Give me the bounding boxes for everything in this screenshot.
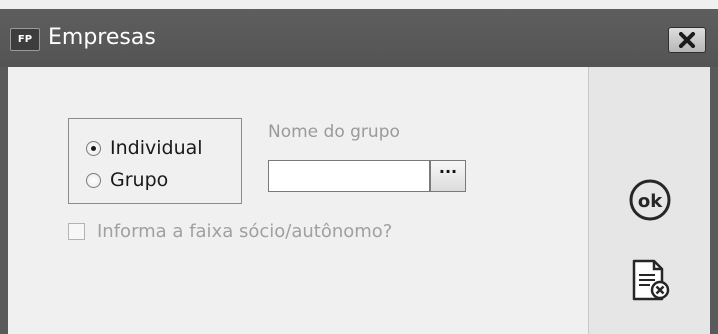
empresas-dialog: FP Empresas Individual Grupo Nome do gru… [0,0,718,334]
radio-grupo-label: Grupo [110,169,169,191]
title-bar: FP Empresas [0,9,718,67]
document-cancel-icon [632,259,670,301]
window-frame-left [0,67,8,334]
window-title: Empresas [48,25,156,50]
app-fp-icon: FP [10,28,40,51]
radio-individual-label: Individual [110,137,203,159]
partner-range-checkbox-label: Informa a faixa sócio/autônomo? [97,220,393,242]
group-name-label: Nome do grupo [268,122,400,142]
ok-circle-icon: ok [629,179,671,221]
cancel-button[interactable] [628,258,672,302]
radio-button-checked[interactable] [86,140,101,156]
group-name-input[interactable] [268,160,430,192]
partner-range-checkbox-row: Informa a faixa sócio/autônomo? [68,219,392,243]
radio-individual[interactable]: Individual [86,135,203,161]
group-lookup-button[interactable]: ··· [430,160,466,192]
partner-range-checkbox [68,222,85,240]
close-icon [679,32,695,48]
ok-button[interactable]: ok [628,178,672,222]
radio-button-unchecked[interactable] [86,172,101,188]
window-frame-right [710,67,718,334]
radio-grupo[interactable]: Grupo [86,167,168,193]
ok-button-label: ok [638,191,663,212]
close-button[interactable] [668,27,706,53]
